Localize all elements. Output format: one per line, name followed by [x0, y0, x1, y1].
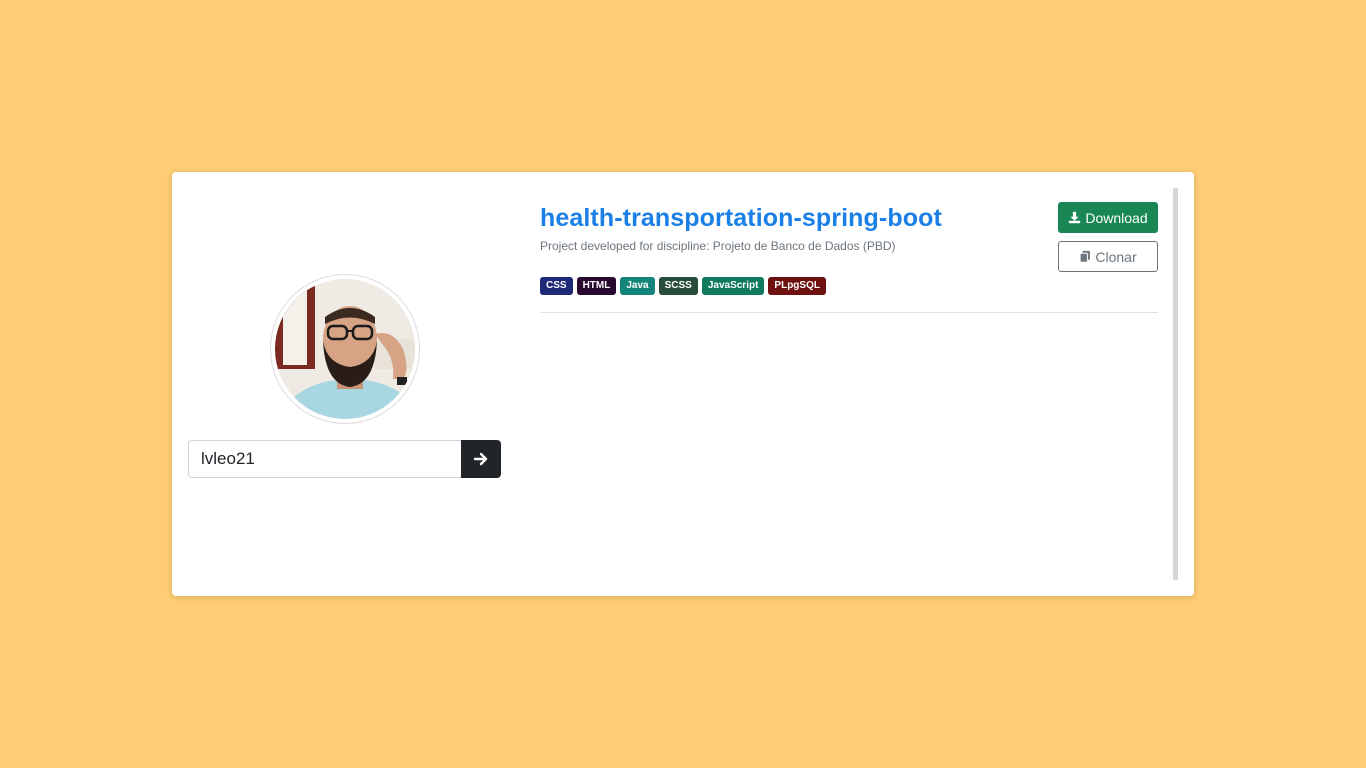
profile-panel — [188, 172, 502, 596]
arrow-right-icon — [473, 452, 488, 466]
username-search — [188, 440, 501, 478]
copy-icon — [1080, 250, 1091, 263]
language-badge: HTML — [576, 277, 617, 295]
language-badge: PLpgSQL — [768, 277, 826, 295]
language-badge: Java — [620, 277, 655, 295]
download-button[interactable]: Download — [1058, 202, 1158, 233]
language-badges: CSS HTML Java SCSS JavaScript PLpgSQL — [540, 277, 826, 295]
download-label: Download — [1085, 209, 1148, 226]
repo-panel: health-transportation-spring-boot Projec… — [540, 172, 1158, 596]
clone-label: Clonar — [1095, 248, 1137, 265]
scrollbar[interactable] — [1173, 188, 1178, 580]
avatar-ring — [270, 274, 420, 424]
divider — [540, 312, 1158, 313]
submit-button[interactable] — [461, 440, 501, 478]
avatar-image — [275, 279, 415, 419]
clone-button[interactable]: Clonar — [1058, 241, 1158, 272]
repo-description: Project developed for discipline: Projet… — [540, 239, 896, 253]
avatar — [275, 279, 415, 419]
language-badge: SCSS — [658, 277, 698, 295]
repo-title[interactable]: health-transportation-spring-boot — [540, 204, 942, 233]
language-badge: JavaScript — [701, 277, 765, 295]
download-icon — [1069, 211, 1081, 224]
username-input[interactable] — [188, 440, 461, 478]
repo-card: health-transportation-spring-boot Projec… — [172, 172, 1194, 596]
language-badge: CSS — [540, 277, 573, 295]
